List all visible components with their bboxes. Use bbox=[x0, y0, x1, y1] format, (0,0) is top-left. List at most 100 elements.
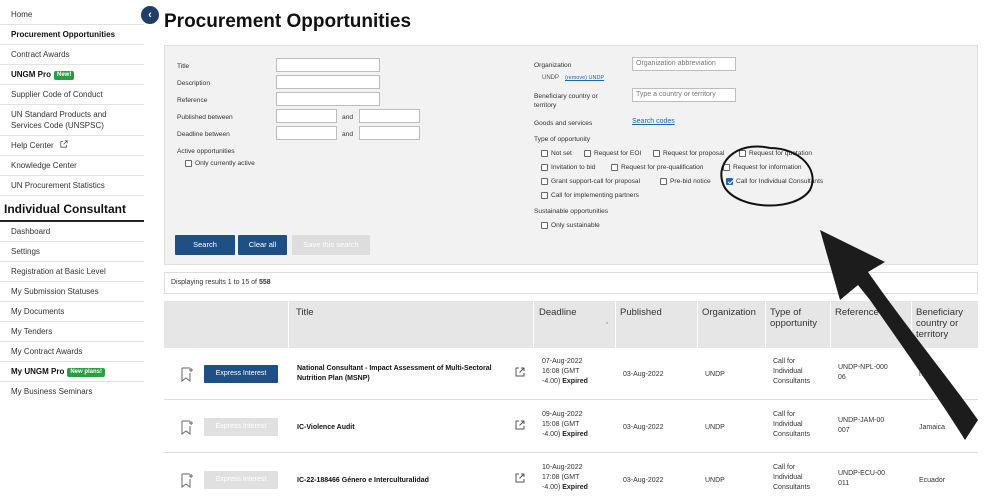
sidebar-item-knowledge-center[interactable]: Knowledge Center bbox=[0, 156, 144, 176]
sidebar-item-un-procurement-statistics[interactable]: UN Procurement Statistics bbox=[0, 176, 144, 196]
checkbox-box bbox=[723, 164, 730, 171]
country-cell: Ecuador bbox=[919, 477, 946, 484]
header-deadline[interactable]: Deadline bbox=[539, 307, 577, 318]
only-active-checkbox[interactable]: Only currently active bbox=[185, 160, 255, 167]
sidebar-item-ungm-pro[interactable]: UNGM Pro New! bbox=[0, 65, 144, 85]
sidebar-item-my-tenders[interactable]: My Tenders bbox=[0, 322, 144, 342]
column-divider bbox=[830, 301, 831, 348]
type-checkbox-prebid[interactable]: Pre-bid notice bbox=[660, 178, 711, 185]
opportunity-title[interactable]: IC-Violence Audit bbox=[297, 423, 507, 433]
sidebar-item-help-center[interactable]: Help Center bbox=[0, 136, 144, 156]
sidebar-item-contract-awards[interactable]: Contract Awards bbox=[0, 45, 144, 65]
sidebar-item-my-contract-awards[interactable]: My Contract Awards bbox=[0, 342, 144, 362]
sidebar-item-my-documents[interactable]: My Documents bbox=[0, 302, 144, 322]
header-title[interactable]: Title bbox=[296, 307, 314, 318]
reference-input[interactable] bbox=[276, 92, 380, 106]
deadline-to-input[interactable] bbox=[359, 126, 420, 140]
deadline-date: 09-Aug-2022 bbox=[542, 411, 583, 418]
sidebar-item-submission-statuses[interactable]: My Submission Statuses bbox=[0, 282, 144, 302]
checkbox-label: Not set bbox=[551, 150, 572, 157]
title-input[interactable] bbox=[276, 58, 380, 72]
deadline-date: 07-Aug-2022 bbox=[542, 358, 583, 365]
express-interest-button[interactable]: Express Interest bbox=[204, 418, 278, 436]
table-row[interactable]: Express Interest IC-22-188466 Género e I… bbox=[164, 454, 978, 504]
table-row[interactable]: Express Interest IC-Violence Audit 09-Au… bbox=[164, 401, 978, 453]
sidebar-item-supplier-code[interactable]: Supplier Code of Conduct bbox=[0, 85, 144, 105]
table-row[interactable]: Express Interest National Consultant - I… bbox=[164, 348, 978, 400]
published-from-input[interactable] bbox=[276, 109, 337, 123]
open-external-icon[interactable] bbox=[515, 420, 525, 430]
clear-all-button[interactable]: Clear all bbox=[238, 235, 287, 255]
search-panel: Title Description Reference Published be… bbox=[164, 45, 978, 265]
org-remove-link[interactable]: (remove) UNDP bbox=[565, 75, 604, 81]
sidebar-item-procurement-opportunities[interactable]: Procurement Opportunities bbox=[0, 25, 144, 45]
deadline-tz: -4.00) bbox=[542, 484, 561, 491]
checkbox-box bbox=[584, 150, 591, 157]
bookmark-add-icon[interactable] bbox=[181, 420, 194, 435]
bookmark-add-icon[interactable] bbox=[181, 367, 194, 382]
sidebar-item-label: UN Procurement Statistics bbox=[11, 181, 105, 190]
deadline-time: 17:08 (GMT bbox=[542, 474, 580, 481]
header-published[interactable]: Published bbox=[620, 307, 662, 318]
table-header: Title Deadline Published Organization Ty… bbox=[164, 301, 978, 348]
published-cell: 03-Aug-2022 bbox=[623, 424, 664, 431]
search-codes-link[interactable]: Search codes bbox=[632, 118, 675, 125]
type-cell: Call for Individual Consultants bbox=[773, 464, 810, 491]
deadline-tz: -4.00) bbox=[542, 431, 561, 438]
collapse-sidebar-button[interactable]: ‹ bbox=[141, 6, 159, 24]
sidebar-item-home[interactable]: Home bbox=[0, 0, 144, 25]
bookmark-add-icon[interactable] bbox=[181, 473, 194, 488]
only-sustainable-checkbox[interactable]: Only sustainable bbox=[541, 222, 600, 229]
external-link-icon bbox=[60, 140, 68, 151]
checkbox-label: Request for pre-qualification bbox=[621, 164, 704, 171]
deadline-time: 15:08 (GMT bbox=[542, 421, 580, 428]
express-interest-button[interactable]: Express Interest bbox=[204, 365, 278, 383]
checkbox-label: Call for Individual Consultants bbox=[736, 178, 824, 185]
sidebar-item-label: My Contract Awards bbox=[11, 347, 83, 356]
type-checkbox-rfq[interactable]: Request for quotation bbox=[739, 150, 812, 157]
opportunity-title[interactable]: IC-22-188466 Género e Interculturalidad bbox=[297, 476, 507, 486]
sidebar-item-label: Home bbox=[11, 10, 33, 19]
sidebar-item-dashboard[interactable]: Dashboard bbox=[0, 222, 144, 242]
opportunity-title[interactable]: National Consultant - Impact Assessment … bbox=[297, 364, 507, 384]
search-button[interactable]: Search bbox=[175, 235, 235, 255]
country-cell: Jamaica bbox=[919, 424, 946, 431]
type-checkbox-itb[interactable]: Invitation to bid bbox=[541, 164, 595, 171]
sidebar-item-unspsc[interactable]: UN Standard Products and Services Code (… bbox=[0, 105, 144, 136]
published-to-input[interactable] bbox=[359, 109, 420, 123]
header-reference[interactable]: Reference bbox=[835, 307, 879, 318]
description-input[interactable] bbox=[276, 75, 380, 89]
type-checkbox-rfi[interactable]: Request for information bbox=[723, 164, 802, 171]
header-type[interactable]: Type of opportunity bbox=[770, 307, 830, 329]
sidebar-item-label: Settings bbox=[11, 247, 40, 256]
deadline-from-input[interactable] bbox=[276, 126, 337, 140]
column-divider bbox=[288, 301, 289, 348]
sidebar-item-label: Contract Awards bbox=[11, 50, 70, 59]
type-checkbox-individual-consultants[interactable]: Call for Individual Consultants bbox=[726, 178, 823, 185]
sidebar-item-registration[interactable]: Registration at Basic Level bbox=[0, 262, 144, 282]
type-checkbox-implementing-partners[interactable]: Call for implementing partners bbox=[541, 192, 639, 199]
header-organization[interactable]: Organization bbox=[702, 307, 756, 318]
organization-cell: UNDP bbox=[705, 477, 725, 484]
open-external-icon[interactable] bbox=[515, 367, 525, 377]
sidebar-item-label: My Tenders bbox=[11, 327, 53, 336]
type-checkbox-eoi[interactable]: Request for EOI bbox=[584, 150, 641, 157]
page-title: Procurement Opportunities bbox=[164, 11, 412, 32]
sidebar-item-settings[interactable]: Settings bbox=[0, 242, 144, 262]
header-country[interactable]: Beneficiary country or territory bbox=[916, 307, 976, 340]
type-checkbox-not-set[interactable]: Not set bbox=[541, 150, 572, 157]
country-input[interactable]: Type a country or territory bbox=[632, 88, 736, 102]
save-search-button[interactable]: Save this search bbox=[292, 235, 370, 255]
sidebar-item-my-ungm-pro[interactable]: My UNGM Pro New plans! bbox=[0, 362, 144, 382]
type-checkbox-grant[interactable]: Grant support-call for proposal bbox=[541, 178, 640, 185]
open-external-icon[interactable] bbox=[515, 473, 525, 483]
express-interest-button[interactable]: Express Interest bbox=[204, 471, 278, 489]
sidebar-item-my-business-seminars[interactable]: My Business Seminars bbox=[0, 382, 144, 401]
organization-input[interactable]: Organization abbreviation bbox=[632, 57, 736, 71]
checkbox-label: Pre-bid notice bbox=[670, 178, 711, 185]
checkbox-box bbox=[611, 164, 618, 171]
deadline-date: 10-Aug-2022 bbox=[542, 464, 583, 471]
type-checkbox-prequal[interactable]: Request for pre-qualification bbox=[611, 164, 703, 171]
checkbox-box bbox=[541, 222, 548, 229]
type-checkbox-rfp[interactable]: Request for proposal bbox=[653, 150, 724, 157]
